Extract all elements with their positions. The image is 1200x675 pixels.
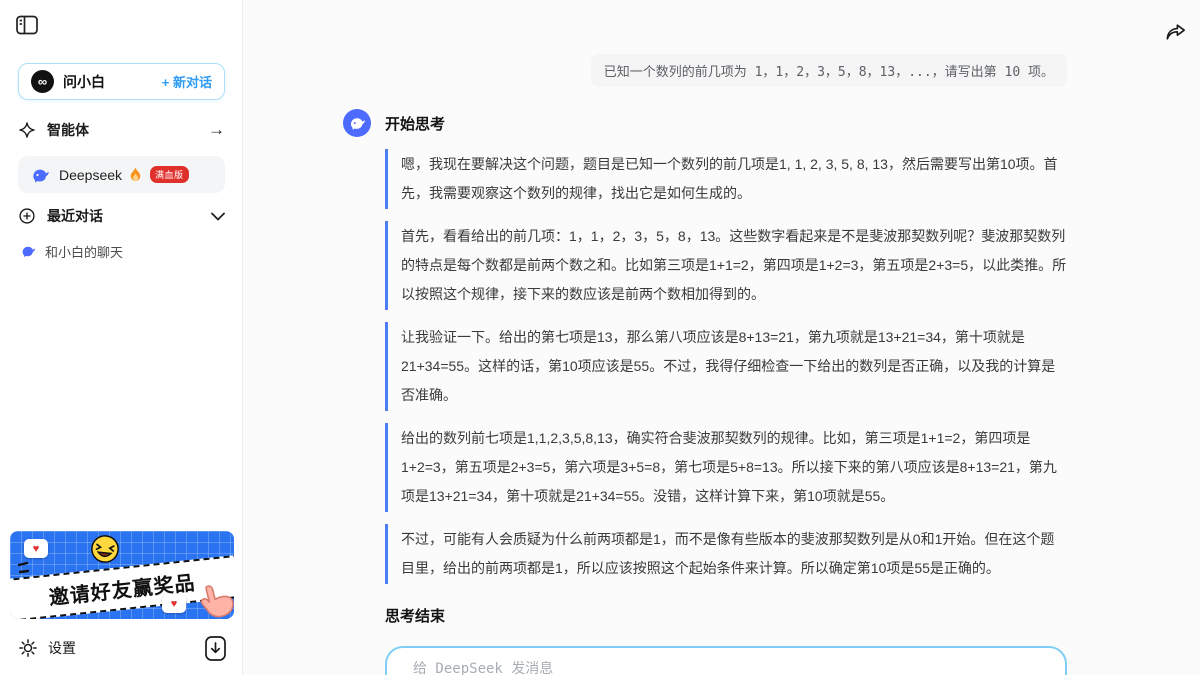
whale-icon-small: [20, 243, 36, 259]
chat-thread: 已知一个数列的前几项为 1，1，2，3，5，8，13，...，请写出第 10 项…: [343, 0, 1067, 675]
speed-lines-decor: [17, 561, 31, 577]
wenxiaobai-logo: ∞: [31, 70, 54, 93]
deepseek-avatar: [343, 109, 371, 137]
agents-label: 智能体: [47, 120, 89, 140]
settings-row[interactable]: 设置: [18, 635, 226, 661]
recent-chats-label: 最近对话: [47, 206, 103, 226]
thinking-paragraph: 首先，看看给出的前几项：1，1，2，3，5，8，13。这些数字看起来是不是斐波那…: [385, 221, 1067, 310]
deepseek-whale-icon: [30, 165, 50, 185]
gear-icon: [18, 638, 38, 658]
settings-label: 设置: [48, 638, 76, 658]
sidebar: ∞ 问小白 + 新对话 智能体 → Deepseek: [0, 0, 243, 675]
full-power-badge: 满血版: [150, 166, 189, 183]
thinking-end-label: 思考结束: [385, 605, 1067, 626]
sidebar-item-agents[interactable]: 智能体 →: [18, 118, 225, 142]
deepseek-label: Deepseek: [59, 167, 122, 183]
thinking-paragraph: 不过，可能有人会质疑为什么前两项都是1，而不是像有些版本的斐波那契数列是从0和1…: [385, 524, 1067, 584]
brand-name: 问小白: [63, 72, 105, 92]
user-message-bubble: 已知一个数列的前几项为 1，1，2，3，5，8，13，...，请写出第 10 项…: [591, 54, 1067, 87]
recent-chat-item[interactable]: 和小白的聊天: [18, 241, 225, 261]
sparkle-icon: [18, 121, 36, 139]
thinking-start-label: 开始思考: [385, 113, 445, 134]
thinking-content: 嗯，我现在要解决这个问题，题目是已知一个数列的前几项是1, 1, 2, 3, 5…: [385, 149, 1067, 584]
download-app-icon[interactable]: [205, 636, 226, 661]
sidebar-item-recent-chats[interactable]: 最近对话: [18, 205, 225, 227]
new-chat-button[interactable]: + 新对话: [162, 72, 212, 91]
share-icon[interactable]: [1165, 22, 1187, 42]
heart-badge-icon: ♥: [24, 539, 48, 558]
sidebar-item-deepseek[interactable]: Deepseek 满血版: [18, 156, 225, 193]
flame-icon: [129, 167, 142, 182]
chevron-down-icon[interactable]: [211, 212, 225, 221]
thinking-paragraph: 嗯，我现在要解决这个问题，题目是已知一个数列的前几项是1, 1, 2, 3, 5…: [385, 149, 1067, 209]
thinking-paragraph: 给出的数列前七项是1,1,2,3,5,8,13，确实符合斐波那契数列的规律。比如…: [385, 423, 1067, 512]
message-composer[interactable]: 深度思考(R1) 联网搜索: [385, 646, 1067, 675]
thinking-paragraph: 让我验证一下。给出的第七项是13，那么第八项应该是8+13=21，第九项就是13…: [385, 322, 1067, 411]
recent-chat-title: 和小白的聊天: [45, 242, 123, 261]
app-window: ∞ 问小白 + 新对话 智能体 → Deepseek: [0, 0, 1200, 675]
chat-main-area: 已知一个数列的前几项为 1，1，2，3，5，8，13，...，请写出第 10 项…: [243, 0, 1200, 675]
brand-card[interactable]: ∞ 问小白 + 新对话: [18, 63, 225, 100]
message-input[interactable]: [413, 661, 913, 675]
user-message-row: 已知一个数列的前几项为 1，1，2，3，5，8，13，...，请写出第 10 项…: [343, 54, 1067, 87]
sidebar-collapse-icon[interactable]: [16, 15, 38, 35]
invite-promo-banner[interactable]: ♥ 邀请好友赢奖品 ♥: [10, 531, 234, 619]
clock-plus-icon: [18, 207, 36, 225]
arrow-right-icon: →: [208, 120, 225, 140]
laughing-emoji-icon: [89, 533, 122, 566]
assistant-header: 开始思考: [343, 109, 1067, 137]
heart-badge-icon: ♥: [162, 594, 186, 613]
